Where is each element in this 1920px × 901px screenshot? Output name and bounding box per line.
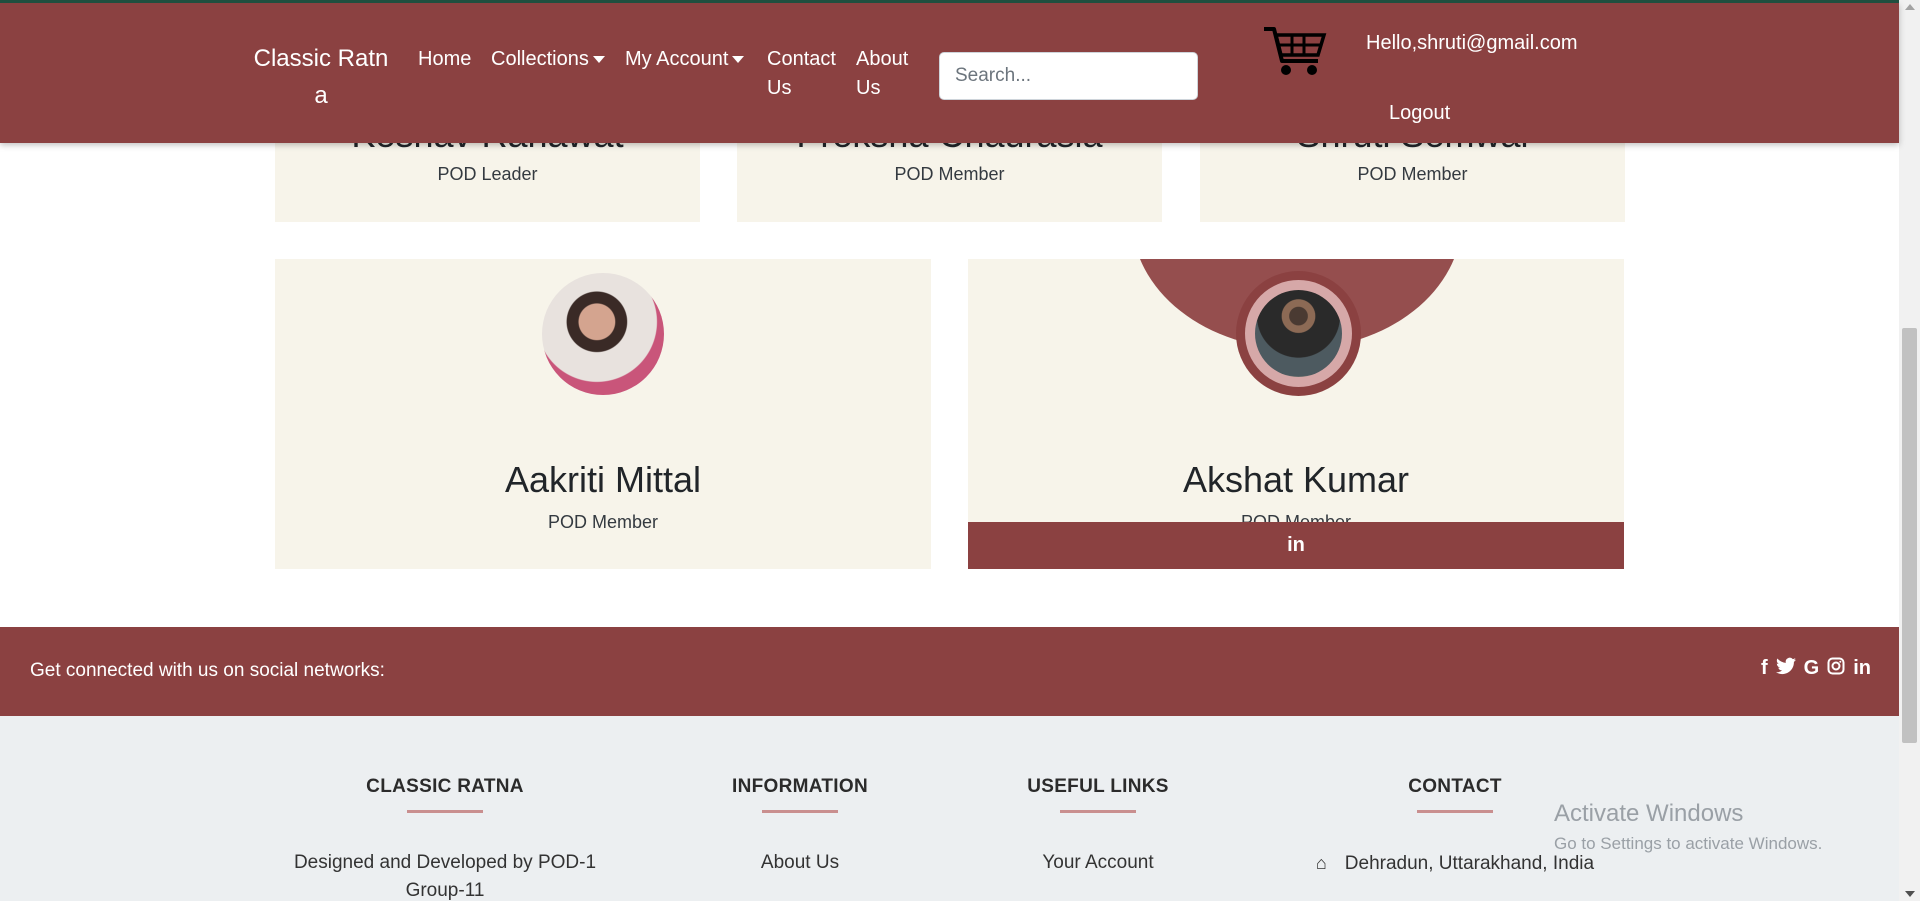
avatar [1255,290,1342,377]
scrollbar-thumb[interactable] [1902,328,1917,743]
top-accent-line [0,0,1899,3]
member-name: Akshat Kumar [1182,459,1410,500]
instagram-icon[interactable] [1827,657,1845,681]
brand-logo[interactable]: Classic Ratna [248,40,394,114]
footer-heading: CONTACT [1408,776,1502,797]
chevron-down-icon [592,56,605,64]
navbar: Classic Ratna Home Collections My Accoun… [0,3,1899,143]
nav-my-account[interactable]: My Account [625,45,745,74]
member-role: POD Member [547,512,659,532]
chevron-down-icon [732,56,745,64]
member-role: POD Leader [437,164,538,184]
nav-my-account-label: My Account [625,48,729,70]
footer-link-your-account[interactable]: Your Account [1000,849,1196,877]
footer-link-about-us[interactable]: About Us [700,849,900,877]
nav-contact-us[interactable]: Contact Us [767,45,843,103]
social-strip-text: Get connected with us on social networks… [30,660,385,681]
heading-underline [407,810,483,813]
facebook-icon[interactable]: f [1761,657,1768,681]
user-greeting: Hello,shruti@gmail.com [1366,32,1578,54]
avatar [542,273,664,395]
team-card: Aakriti Mittal POD Member [275,259,931,569]
linkedin-icon[interactable]: in [1853,657,1871,681]
search-input[interactable] [939,52,1198,100]
footer-col-information: INFORMATION About Us [700,776,900,877]
social-icons: f G in [1761,657,1871,681]
scroll-up-arrow-icon[interactable] [1905,4,1915,10]
member-name: Aakriti Mittal [504,459,702,500]
google-icon[interactable]: G [1804,657,1820,681]
watermark-subtitle: Go to Settings to activate Windows. [1554,834,1823,853]
nav-about-us[interactable]: About Us [856,45,916,103]
heading-underline [1417,810,1493,813]
social-strip: Get connected with us on social networks… [0,627,1899,716]
footer-text: Designed and Developed by POD-1 Group-11 [293,852,597,901]
twitter-icon[interactable] [1775,657,1796,681]
address-text: Dehradun, Uttarakhand, India [1344,853,1595,874]
footer-col-brand: CLASSIC RATNA Designed and Developed by … [280,776,610,901]
nav-collections-label: Collections [491,48,589,70]
footer-col-useful-links: USEFUL LINKS Your Account [1000,776,1196,877]
linkedin-icon[interactable]: in [1287,534,1305,557]
footer-heading: CLASSIC RATNA [366,776,524,797]
watermark-title: Activate Windows [1554,800,1744,827]
member-role: POD Member [894,164,1005,184]
nav-home[interactable]: Home [418,45,471,74]
footer-heading: USEFUL LINKS [1027,776,1169,797]
team-card-hovered[interactable]: Akshat Kumar POD Member in [968,259,1624,569]
scroll-down-arrow-icon[interactable] [1905,891,1915,897]
nav-collections[interactable]: Collections [491,45,605,74]
home-icon: ⌂ [1315,853,1327,873]
cart-icon[interactable] [1262,23,1328,79]
heading-underline [762,810,838,813]
footer-heading: INFORMATION [732,776,868,797]
logout-link[interactable]: Logout [1389,99,1450,127]
page-scrollbar[interactable] [1899,0,1920,901]
card-social-bar: in [968,522,1624,569]
heading-underline [1060,810,1136,813]
member-role: POD Member [1357,164,1468,184]
activate-windows-watermark: Activate Windows Go to Settings to activ… [1554,800,1822,854]
